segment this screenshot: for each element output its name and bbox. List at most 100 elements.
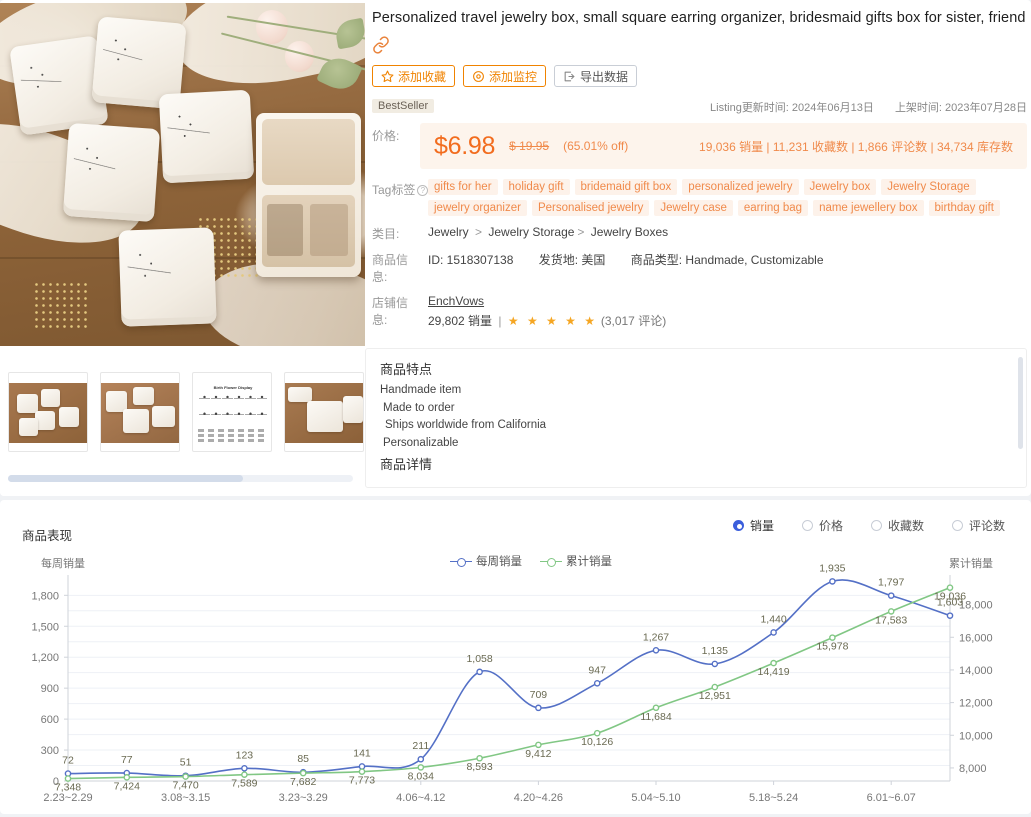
thumbnail-2[interactable]: [100, 372, 180, 452]
performance-chart-card: 商品表现 销量 价格 收藏数 评论数 每周销量 累计销量 每周销量 累计销量 0…: [0, 500, 1031, 814]
product-gallery: Birth Flower Display: [0, 3, 365, 496]
chart-title: 商品表现: [22, 529, 73, 543]
chart-data-point: [535, 741, 542, 749]
thumbnail-scrollbar-thumb[interactable]: [8, 475, 243, 482]
chart-data-label: 141: [353, 747, 371, 759]
features-scrollbar[interactable]: [1018, 357, 1023, 449]
chart-data-label: 7,589: [231, 778, 257, 790]
shop-sales: 29,802 销量: [428, 314, 493, 328]
chart-data-point: [946, 584, 954, 591]
radio-reviews[interactable]: 评论数: [951, 517, 1005, 534]
tag-item[interactable]: holiday gift: [502, 179, 570, 195]
category-section: 类目: Jewelry > Jewelry Storage > Jewelry B…: [372, 225, 1027, 242]
product-analytics-page: Birth Flower Display Personalized travel…: [0, 0, 1031, 814]
tag-item[interactable]: name jewellery box: [813, 200, 924, 216]
tag-item[interactable]: birthday gift: [928, 200, 1000, 216]
svg-text:1,800: 1,800: [31, 590, 59, 602]
svg-text:12,000: 12,000: [959, 698, 993, 710]
chart-data-point: [829, 578, 836, 585]
radio-price[interactable]: 价格: [801, 517, 843, 534]
link-icon[interactable]: [372, 36, 390, 54]
tag-item[interactable]: Jewelry Storage: [881, 179, 976, 195]
radio-reviews-label: 评论数: [968, 519, 1005, 533]
tag-item[interactable]: gifts for her: [428, 179, 498, 195]
tag-item[interactable]: personalized jewelry: [682, 179, 799, 195]
item-info-values: ID: 1518307138 发货地: 美国 商品类型: Handmade, C…: [428, 251, 1027, 285]
chart-data-label: 77: [121, 754, 133, 766]
category-2[interactable]: Jewelry Storage: [488, 225, 574, 239]
add-monitor-button[interactable]: 添加监控: [463, 65, 547, 87]
chart-data-label: 72: [62, 755, 74, 767]
price-label: 价格:: [372, 129, 400, 143]
feature-item: Personalizable: [383, 436, 459, 449]
chart-data-label: 7,773: [349, 775, 375, 787]
thumbnail-4[interactable]: [284, 372, 364, 452]
chart-data-point: [770, 629, 777, 636]
svg-text:2.23~2.29: 2.23~2.29: [43, 792, 92, 804]
tags-section: Tag标签? gifts for her holiday gift bridem…: [372, 179, 1027, 216]
radio-sales[interactable]: 销量: [732, 517, 774, 534]
chart-data-point: [652, 646, 660, 654]
svg-text:10,000: 10,000: [959, 730, 993, 742]
category-breadcrumb: Jewelry > Jewelry Storage > Jewelry Boxes: [428, 225, 669, 239]
tag-item[interactable]: jewelry organizer: [428, 200, 527, 216]
svg-text:5.04~5.10: 5.04~5.10: [631, 792, 680, 804]
feature-item: Made to order: [383, 401, 455, 414]
chart-data-label: 8,593: [466, 761, 492, 773]
chart-data-label: 7,682: [290, 776, 316, 788]
chart-data-point: [123, 774, 131, 781]
chart-data-point: [593, 680, 601, 687]
radio-favorites-label: 收藏数: [887, 519, 924, 533]
thumbnail-3-birth-flower-chart[interactable]: Birth Flower Display: [192, 372, 272, 452]
export-data-label: 导出数据: [580, 69, 629, 84]
chart-data-label: 11,684: [640, 711, 671, 723]
category-3[interactable]: Jewelry Boxes: [591, 225, 668, 239]
tag-item[interactable]: Personalised jewelry: [531, 200, 650, 216]
chart-data-point: [593, 729, 601, 737]
tag-item[interactable]: Jewelry case: [654, 200, 733, 216]
chart-data-point: [770, 659, 777, 667]
chart-data-label: 947: [588, 664, 606, 676]
thumbnail-scrollbar-track[interactable]: [8, 475, 353, 482]
listing-updated-time: Listing更新时间: 2024年06月13日: [710, 102, 874, 114]
svg-text:8,000: 8,000: [959, 763, 987, 775]
chart-data-point: [711, 683, 719, 691]
item-info-section: 商品信息: ID: 1518307138 发货地: 美国 商品类型: Handm…: [372, 251, 1027, 285]
chart-data-label: 123: [236, 749, 254, 761]
svg-text:4.06~4.12: 4.06~4.12: [396, 792, 445, 804]
current-price: $6.98: [434, 131, 496, 160]
radio-price-label: 价格: [818, 519, 843, 533]
category-1[interactable]: Jewelry: [428, 225, 469, 239]
item-id: ID: 1518307138: [428, 253, 514, 267]
thumbnail-strip: Birth Flower Display: [0, 346, 365, 496]
original-price: $ 19.95: [509, 139, 550, 153]
chart-data-label: 19,036: [934, 591, 966, 603]
details-heading: 商品详情: [380, 457, 433, 472]
chart-data-label: 1,935: [819, 562, 845, 574]
help-icon[interactable]: ?: [417, 185, 429, 196]
radio-dot-icon: [951, 520, 963, 531]
add-favorite-button[interactable]: 添加收藏: [372, 65, 456, 87]
action-buttons: 添加收藏 添加监控 导出数据: [372, 65, 1027, 87]
shop-name-link[interactable]: EnchVows: [428, 294, 1027, 308]
feature-item: Handmade item: [380, 384, 462, 396]
tag-item[interactable]: earring bag: [737, 200, 809, 216]
chart-data-label: 17,583: [875, 614, 907, 626]
chart-data-label: 12,951: [699, 690, 731, 702]
radio-favorites[interactable]: 收藏数: [870, 517, 924, 534]
chart-data-point: [652, 704, 660, 712]
chart-data-point: [241, 765, 248, 772]
chart-data-point: [182, 773, 189, 780]
product-hero-image[interactable]: [0, 3, 365, 346]
svg-text:6.01~6.07: 6.01~6.07: [867, 792, 916, 804]
export-data-button[interactable]: 导出数据: [554, 65, 638, 87]
chart-data-point: [476, 668, 483, 676]
discount-percent: (65.01% off): [563, 139, 629, 153]
tag-item[interactable]: bridemaid gift box: [574, 179, 678, 195]
chart-data-label: 15,978: [816, 641, 848, 653]
chart-data-label: 7,424: [114, 780, 140, 792]
chart-data-label: 7,348: [55, 782, 81, 794]
thumbnail-1[interactable]: [8, 372, 88, 452]
tag-item[interactable]: Jewelry box: [803, 179, 877, 195]
chart-data-point: [829, 634, 836, 641]
